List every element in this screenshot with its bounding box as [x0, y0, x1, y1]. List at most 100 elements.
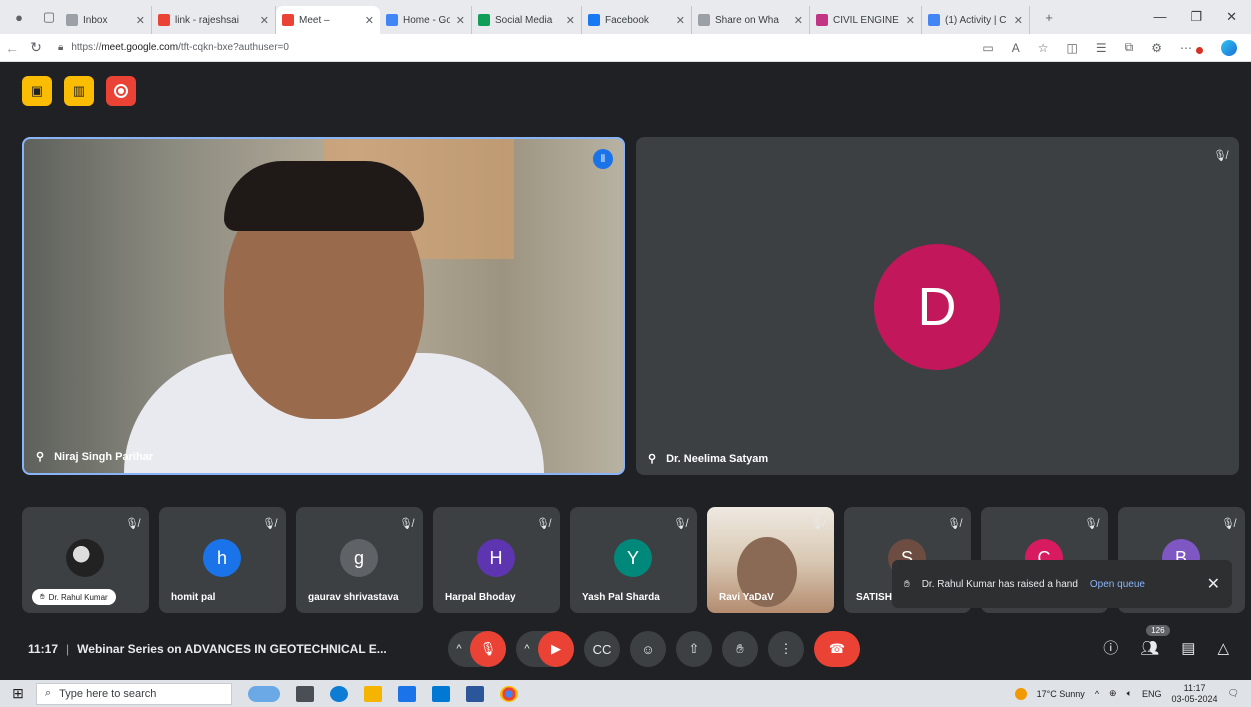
tab-close-icon[interactable]: ✕: [906, 14, 915, 27]
chrome-icon[interactable]: [500, 685, 518, 702]
muted-mic-icon: 🎙︎̸: [810, 518, 824, 530]
minimize-icon[interactable]: —: [1153, 9, 1166, 25]
reactions-button[interactable]: ☺: [630, 631, 666, 667]
participant-tile[interactable]: 🎙︎̸ H Harpal Bhoday: [433, 507, 560, 613]
participant-name: Ravi YaDaV: [719, 592, 774, 603]
present-button[interactable]: ⇧: [676, 631, 712, 667]
new-tab-button[interactable]: +: [1038, 6, 1060, 28]
browser-tab[interactable]: Home - Googl ✕: [380, 6, 472, 34]
participant-name: Yash Pal Sharda: [582, 592, 660, 603]
captions-button[interactable]: CC: [584, 631, 620, 667]
close-icon[interactable]: ✕: [1207, 574, 1220, 594]
open-queue-link[interactable]: Open queue: [1090, 579, 1145, 590]
camera-toggle-button[interactable]: ▶: [538, 631, 574, 667]
people-icon[interactable]: 👥︎ 126: [1140, 624, 1170, 657]
copilot-icon[interactable]: [1221, 39, 1237, 56]
url-field[interactable]: 🔒︎ https://meet.google.com/tft-cqkn-bxe?…: [58, 42, 289, 53]
tab-strip: Inbox✕link - rajeshsai✕Meet – ✕Home - Go…: [60, 0, 1030, 34]
meeting-title: Webinar Series on ADVANCES IN GEOTECHNIC…: [77, 642, 387, 656]
participant-name: Dr. Neelima Satyam: [666, 452, 769, 465]
raise-hand-button[interactable]: ✋︎: [722, 631, 758, 667]
meeting-control-bar: 11:17 | Webinar Series on ADVANCES IN GEOT…: [0, 624, 1251, 673]
presentation-icon[interactable]: ▣: [22, 76, 52, 106]
muted-mic-icon: 🎙︎̸: [673, 518, 687, 530]
notifications-icon[interactable]: 🗨︎: [1228, 688, 1239, 699]
taskbar-clock[interactable]: 11:17 03-05-2024: [1172, 683, 1218, 705]
recording-icon[interactable]: [106, 76, 136, 106]
browser-tab[interactable]: link - rajeshsai ✕: [152, 6, 276, 34]
tab-close-icon[interactable]: ✕: [260, 14, 269, 27]
more-options-button[interactable]: ⋮: [768, 631, 804, 667]
browser-tab[interactable]: Social Media ✕: [472, 6, 582, 34]
tab-close-icon[interactable]: ✕: [794, 14, 803, 27]
leave-call-button[interactable]: ☎: [814, 631, 860, 667]
meeting-side-icons: ⓘ 👥︎ 126 ▤ △: [1103, 624, 1229, 658]
tab-label: link - rajeshsai: [175, 14, 239, 26]
tab-close-icon[interactable]: ✕: [456, 14, 465, 27]
network-icon[interactable]: ⊕: [1109, 688, 1117, 699]
extensions-icon[interactable]: ⚙: [1151, 41, 1162, 55]
language-indicator[interactable]: ENG: [1142, 689, 1162, 699]
collections-icon[interactable]: ⧉: [1125, 40, 1134, 55]
widgets-icon[interactable]: [248, 685, 280, 702]
browser-tab[interactable]: Inbox ✕: [60, 6, 152, 34]
store-icon[interactable]: [398, 685, 416, 702]
participant-tile[interactable]: 🎙︎̸ g gaurav shrivastava: [296, 507, 423, 613]
tab-close-icon[interactable]: ✕: [1014, 14, 1023, 27]
edge-icon[interactable]: [330, 685, 348, 702]
browser-tab[interactable]: Meet – ✕: [276, 6, 380, 34]
browser-tab[interactable]: (1) Activity | C ✕: [922, 6, 1030, 34]
close-window-icon[interactable]: ✕: [1226, 9, 1237, 25]
tab-close-icon[interactable]: ✕: [676, 14, 685, 27]
windows-start-icon[interactable]: ⊞: [0, 685, 36, 702]
participant-tile[interactable]: 🎙︎̸ Ravi YaDaV: [707, 507, 834, 613]
profile-icon[interactable]: ●: [8, 6, 30, 28]
back-icon[interactable]: ←: [0, 40, 24, 56]
participant-name: gaurav shrivastava: [308, 592, 399, 603]
windows-taskbar: ⊞ ⌕ Type here to search 17°C Sunny ^ ⊕ 🔈…: [0, 680, 1251, 707]
refresh-icon[interactable]: ↻: [24, 39, 48, 56]
volume-icon[interactable]: 🔈︎: [1127, 688, 1132, 699]
app-available-icon[interactable]: ▭: [982, 41, 993, 55]
participant-tile[interactable]: 🎙︎̸ h homit pal: [159, 507, 286, 613]
browser-tab[interactable]: CIVIL ENGINE ✕: [810, 6, 922, 34]
more-icon[interactable]: ⋯: [1180, 41, 1192, 55]
tray-chevron-icon[interactable]: ^: [1095, 689, 1099, 699]
mic-group: ^ 🎙︎: [448, 631, 506, 667]
tab-close-icon[interactable]: ✕: [566, 14, 575, 27]
avatar: H: [477, 539, 515, 577]
activities-icon[interactable]: △: [1217, 639, 1229, 657]
restore-icon[interactable]: ❐: [1190, 9, 1202, 25]
participant-tile-large[interactable]: 🎙︎̸ D ⚲ Dr. Neelima Satyam: [636, 137, 1239, 475]
participant-tile[interactable]: 🎙︎̸ Y Yash Pal Sharda: [570, 507, 697, 613]
browser-tab[interactable]: Facebook ✕: [582, 6, 692, 34]
favorite-star-icon[interactable]: ☆: [1038, 41, 1049, 55]
split-screen-icon[interactable]: ◫: [1067, 41, 1078, 55]
camera-options-icon[interactable]: ^: [516, 643, 538, 655]
host-controls-icon[interactable]: ▥: [64, 76, 94, 106]
participant-tile[interactable]: 🎙︎̸ ✋︎ Dr. Rahul Kumar: [22, 507, 149, 613]
taskbar-search[interactable]: ⌕ Type here to search: [36, 682, 232, 705]
muted-mic-icon: 🎙︎̸: [262, 518, 276, 530]
speaker-tile[interactable]: ⦀ ⚲ Niraj Singh Parihar: [22, 137, 625, 475]
avatar: Y: [614, 539, 652, 577]
read-aloud-icon[interactable]: A: [1012, 41, 1020, 55]
mail-icon[interactable]: [432, 685, 450, 702]
tab-close-icon[interactable]: ✕: [365, 14, 374, 27]
word-icon[interactable]: [466, 685, 484, 702]
file-explorer-icon[interactable]: [364, 685, 382, 702]
clock-time: 11:17: [1183, 682, 1206, 693]
participant-name-label: ⚲ Dr. Neelima Satyam: [648, 452, 769, 466]
search-icon: ⌕: [45, 687, 52, 699]
tab-close-icon[interactable]: ✕: [136, 14, 145, 27]
meeting-details-icon[interactable]: ⓘ: [1103, 637, 1118, 658]
meeting-info: 11:17 | Webinar Series on ADVANCES IN GEOT…: [28, 642, 387, 656]
browser-tab[interactable]: Share on Wha ✕: [692, 6, 810, 34]
favorites-icon[interactable]: ☰: [1096, 41, 1107, 55]
mic-options-icon[interactable]: ^: [448, 643, 470, 655]
tab-actions-icon[interactable]: ▢: [38, 6, 60, 28]
chat-icon[interactable]: ▤: [1181, 639, 1195, 657]
task-view-icon[interactable]: [296, 685, 314, 702]
mic-toggle-button[interactable]: 🎙︎: [470, 631, 506, 667]
weather-text[interactable]: 17°C Sunny: [1037, 689, 1085, 699]
